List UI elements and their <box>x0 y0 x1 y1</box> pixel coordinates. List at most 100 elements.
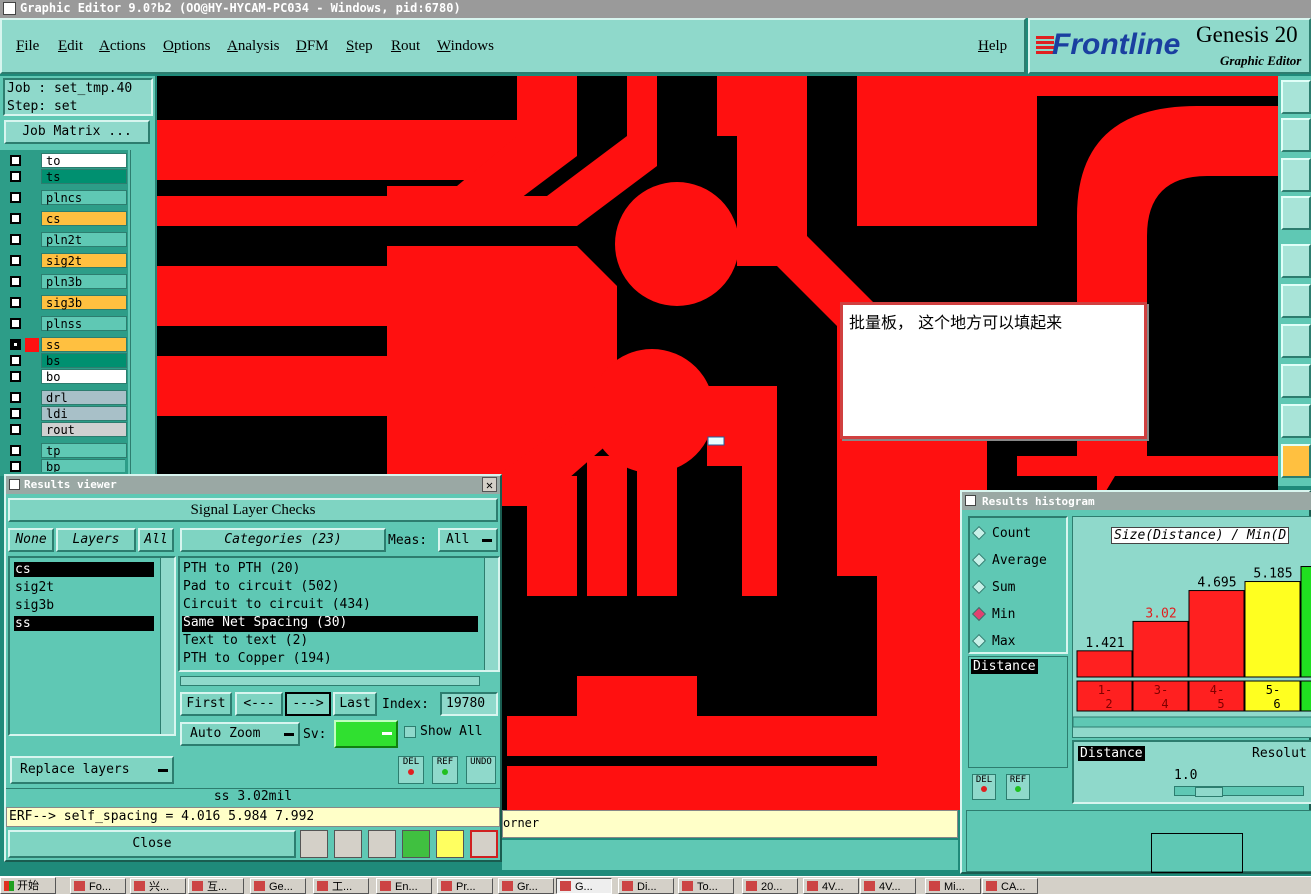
layer-checkbox[interactable] <box>10 255 21 266</box>
taskbar-item[interactable]: En... <box>376 878 432 894</box>
no-ref-icon[interactable] <box>368 830 396 858</box>
layer-row-pln2t[interactable]: pln2t <box>5 232 127 248</box>
layer-row-ldi[interactable]: ldi <box>5 406 127 422</box>
category-item[interactable]: PTH to Copper (194) <box>183 651 332 666</box>
taskbar-item[interactable]: Di... <box>618 878 674 894</box>
taskbar-item[interactable]: Mi... <box>925 878 981 894</box>
layer-item[interactable]: ss <box>15 616 31 631</box>
snap-icon[interactable] <box>1281 244 1311 278</box>
layer-row-rout[interactable]: rout <box>5 422 127 438</box>
menu-analysis[interactable]: Analysis <box>227 38 280 55</box>
layer-checkbox[interactable] <box>10 424 21 435</box>
layer-row-pln3b[interactable]: pln3b <box>5 274 127 290</box>
layer-row-sig3b[interactable]: sig3b <box>5 295 127 311</box>
numbering-icon[interactable] <box>402 830 430 858</box>
menu-options[interactable]: Options <box>163 38 211 55</box>
auto-zoom-dropdown[interactable]: Auto Zoom <box>180 722 300 746</box>
layer-row-sig2t[interactable]: sig2t <box>5 253 127 269</box>
layer-name[interactable]: bp <box>41 459 125 472</box>
zoom-home-icon[interactable] <box>1281 80 1311 114</box>
menu-help[interactable]: Help <box>978 38 1007 55</box>
layer-scrollbar[interactable] <box>130 150 154 476</box>
slider-handle[interactable] <box>1195 787 1223 797</box>
last-button[interactable]: Last <box>333 692 377 716</box>
meas-dropdown[interactable]: All <box>438 528 498 552</box>
layer-checkbox[interactable] <box>10 192 21 203</box>
menu-dfm[interactable]: DFM <box>296 38 329 55</box>
notes-icon[interactable] <box>436 830 464 858</box>
layer-row-bp[interactable]: bp <box>5 459 125 472</box>
first-button[interactable]: First <box>180 692 232 716</box>
category-item[interactable]: PTH to PTH (20) <box>183 561 300 576</box>
del-button[interactable]: DEL <box>398 756 424 784</box>
histogram-bar[interactable] <box>1300 566 1311 678</box>
taskbar-item[interactable]: 4V... <box>803 878 859 894</box>
layer-checkbox[interactable] <box>10 408 21 419</box>
job-matrix-button[interactable]: Job Matrix ... <box>4 120 150 144</box>
layer-name[interactable]: plnss <box>41 316 127 331</box>
taskbar-item[interactable]: G... <box>556 878 612 894</box>
hist-ref-button[interactable]: REF <box>1006 774 1030 800</box>
next-button[interactable]: ---> <box>285 692 331 716</box>
taskbar-item[interactable]: CA... <box>982 878 1038 894</box>
histogram-bar[interactable] <box>1132 620 1189 678</box>
replace-layers-dropdown[interactable]: Replace layers <box>10 756 174 784</box>
menu-actions[interactable]: Actions <box>99 38 146 55</box>
layer-checkbox[interactable] <box>10 276 21 287</box>
layer-checkbox[interactable] <box>10 155 21 166</box>
layer-name[interactable]: plncs <box>41 190 127 205</box>
taskbar-item[interactable]: Fo... <box>70 878 126 894</box>
layer-name[interactable]: sig2t <box>41 253 127 268</box>
layer-checkbox[interactable] <box>10 339 21 350</box>
histogram-bar[interactable] <box>1188 590 1245 678</box>
layer-checkbox[interactable] <box>10 297 21 308</box>
angle-icon[interactable] <box>1281 324 1311 358</box>
layer-item[interactable]: sig3b <box>15 598 54 613</box>
layer-checkbox[interactable] <box>10 445 21 456</box>
category-item[interactable]: Pad to circuit (502) <box>183 579 340 594</box>
layer-row-tp[interactable]: tp <box>5 443 127 459</box>
layer-name[interactable]: bo <box>41 369 127 384</box>
start-button[interactable]: 开始 <box>0 877 56 894</box>
measure-item[interactable]: Distance <box>971 659 1038 674</box>
categories-button[interactable]: Categories (23) <box>180 528 386 552</box>
layer-row-ts[interactable]: ts <box>5 169 127 185</box>
taskbar-item[interactable]: 20... <box>742 878 798 894</box>
measure-tool-icon[interactable] <box>1281 196 1311 230</box>
layer-row-bo[interactable]: bo <box>5 369 127 385</box>
layer-item[interactable]: sig2t <box>15 580 54 595</box>
menu-step[interactable]: Step <box>346 38 373 55</box>
layer-name[interactable]: cs <box>41 211 127 226</box>
categories-hscrollbar[interactable] <box>180 676 480 686</box>
triangle-icon[interactable] <box>1281 404 1311 438</box>
layer-name[interactable]: rout <box>41 422 127 437</box>
pointer-icon[interactable] <box>1281 444 1311 478</box>
taskbar-item[interactable]: 兴... <box>130 878 186 894</box>
pan-icon[interactable] <box>1281 118 1311 152</box>
histogram-hscrollbar[interactable] <box>1073 716 1311 728</box>
taskbar-item[interactable]: 工... <box>313 878 369 894</box>
all-button[interactable]: All <box>138 528 174 552</box>
layer-item[interactable]: cs <box>15 562 31 577</box>
resolution-slider[interactable] <box>1174 786 1304 797</box>
layer-name[interactable]: pln3b <box>41 274 127 289</box>
categories-scrollbar[interactable] <box>484 558 498 670</box>
category-item[interactable]: Text to text (2) <box>183 633 308 648</box>
close-button[interactable]: Close <box>8 830 296 858</box>
sv-color-dropdown[interactable] <box>334 720 398 748</box>
layer-row-bs[interactable]: bs <box>5 353 127 369</box>
layer-checkbox[interactable] <box>10 213 21 224</box>
layer-row-plncs[interactable]: plncs <box>5 190 127 206</box>
layer-checkbox[interactable] <box>10 355 21 366</box>
ref-button[interactable]: REF <box>432 756 458 784</box>
taskbar-item[interactable]: 互... <box>188 878 244 894</box>
hist-del-button[interactable]: DEL <box>972 774 996 800</box>
taskbar-item[interactable]: Pr... <box>437 878 493 894</box>
taskbar-item[interactable]: 4V... <box>860 878 916 894</box>
layer-name[interactable]: ss <box>41 337 127 352</box>
histogram-icon[interactable] <box>470 830 498 858</box>
menu-edit[interactable]: Edit <box>58 38 83 55</box>
layer-checkbox[interactable] <box>10 392 21 403</box>
layer-name[interactable]: bs <box>41 353 127 368</box>
index-field[interactable]: 19780 <box>440 692 498 716</box>
